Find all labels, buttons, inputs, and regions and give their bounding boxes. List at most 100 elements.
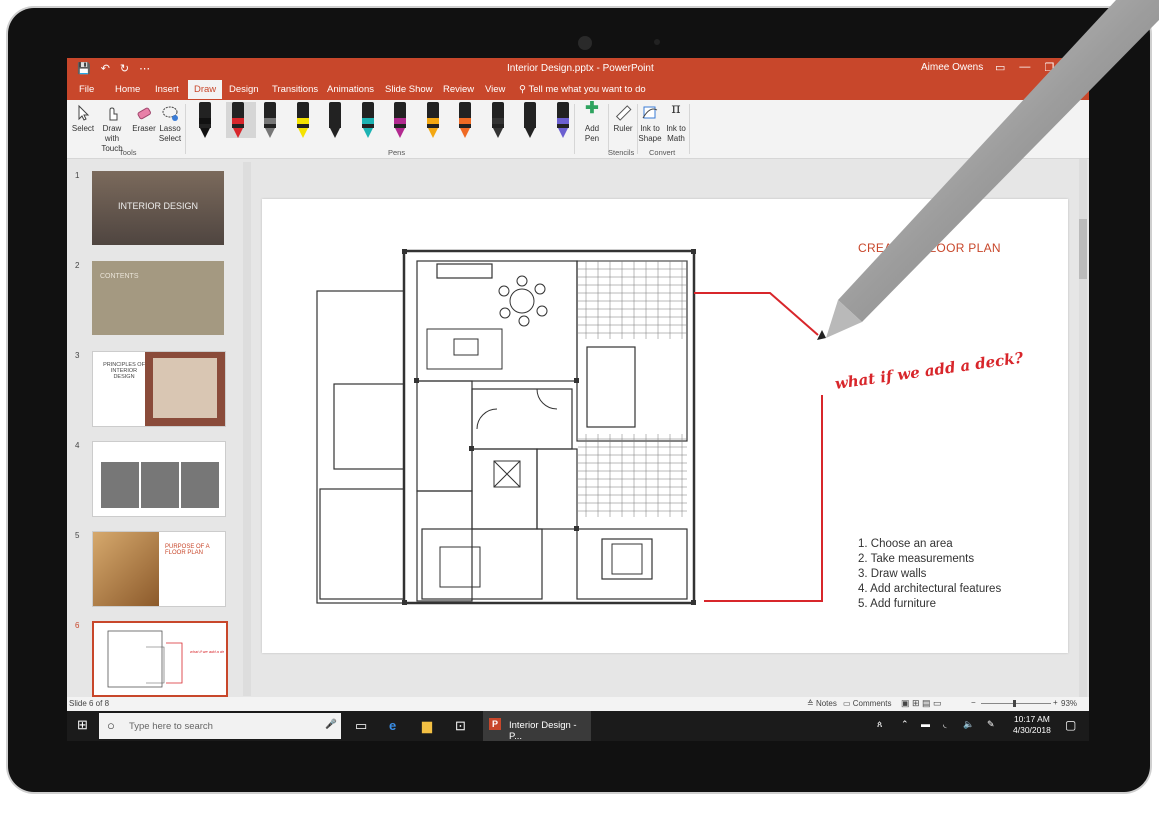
pen-7[interactable] xyxy=(394,102,406,138)
tab-draw[interactable]: Draw xyxy=(188,80,223,99)
save-icon[interactable]: 💾 xyxy=(77,62,91,75)
taskbar-app-powerpoint[interactable]: P Interior Design - P... xyxy=(483,711,591,741)
notifications-icon[interactable]: ▢ xyxy=(1065,718,1076,732)
list-item: 3. Draw walls xyxy=(858,568,927,580)
pen-1[interactable] xyxy=(199,102,211,138)
pen-4[interactable] xyxy=(296,102,309,138)
draw-with-touch-button[interactable]: Draw with Touch xyxy=(95,104,129,154)
pen-3[interactable] xyxy=(264,102,276,138)
tab-file[interactable]: File xyxy=(79,84,94,95)
minimize-icon[interactable]: — xyxy=(1019,61,1030,74)
lasso-select-button[interactable]: Lasso Select xyxy=(157,104,183,144)
thumbnail-slide-1[interactable]: INTERIOR DESIGN xyxy=(92,171,224,245)
add-pen-label: Add Pen xyxy=(584,124,600,143)
pen-8[interactable] xyxy=(426,102,439,138)
group-divider xyxy=(689,104,690,154)
eraser-label: Eraser xyxy=(132,124,156,133)
tell-me-search[interactable]: ⚲ Tell me what you want to do xyxy=(519,84,646,95)
restore-icon[interactable]: ❐ xyxy=(1044,61,1054,74)
pen-6[interactable] xyxy=(361,102,374,138)
thumbnail-number: 6 xyxy=(75,621,80,630)
current-slide[interactable]: CREATE A FLOOR PLAN what if we add a dec… xyxy=(262,199,1068,653)
convert-group-label: Convert xyxy=(649,148,676,157)
taskbar-app-label: Interior Design - P... xyxy=(509,720,577,741)
task-view-icon[interactable]: ▭ xyxy=(355,718,367,734)
notes-label: Notes xyxy=(815,699,837,708)
tab-review[interactable]: Review xyxy=(443,84,474,95)
tab-animations[interactable]: Animations xyxy=(327,84,374,95)
thumbnail-slide-3[interactable]: PRINCIPLES OF INTERIOR DESIGN xyxy=(92,351,226,427)
comments-button[interactable]: ▭ Comments xyxy=(843,699,891,708)
user-name[interactable]: Aimee Owens xyxy=(921,62,983,73)
chevron-up-icon[interactable]: ⌃ xyxy=(901,719,909,730)
zoom-level[interactable]: 93% xyxy=(1061,699,1077,708)
customize-qat-icon[interactable]: ⋯ xyxy=(139,62,150,75)
tab-insert[interactable]: Insert xyxy=(155,84,179,95)
tab-view[interactable]: View xyxy=(485,84,505,95)
store-icon[interactable]: ⊡ xyxy=(455,718,466,734)
pen-10[interactable] xyxy=(491,102,504,138)
pi-icon: π xyxy=(671,101,681,117)
thumbnails-scrollbar[interactable] xyxy=(243,162,251,696)
add-pen-button[interactable]: ✚ Add Pen xyxy=(579,100,605,144)
thumbnail-slide-6[interactable]: what if we add a deck? xyxy=(92,621,231,697)
thumbnail-slide-4[interactable] xyxy=(92,441,226,517)
thumbnail-slide-2[interactable]: CONTENTS xyxy=(92,261,224,335)
view-buttons[interactable]: ▣ ⊞ ▤ ▭ xyxy=(901,698,942,709)
title-bar: 💾 ↶ ↻ ⋯ Interior Design.pptx - PowerPoin… xyxy=(67,58,1089,80)
select-button[interactable]: Select xyxy=(69,104,97,134)
taskbar-search-box[interactable]: ○ Type here to search 🎤 xyxy=(99,713,341,739)
tab-slide-show[interactable]: Slide Show xyxy=(385,84,433,95)
notes-button[interactable]: ≙ Notes xyxy=(807,699,837,708)
svg-text:what if we add a deck?: what if we add a deck? xyxy=(190,649,224,654)
slide-canvas: CREATE A FLOOR PLAN what if we add a dec… xyxy=(252,159,1089,697)
thumbnail-title: PURPOSE OF A FLOOR PLAN xyxy=(165,544,210,556)
undo-icon[interactable]: ↶ xyxy=(101,62,110,75)
window-title: Interior Design.pptx - PowerPoint xyxy=(507,63,654,74)
zoom-in-icon[interactable]: + xyxy=(1053,698,1058,707)
battery-icon[interactable]: ▬ xyxy=(921,719,930,729)
zoom-slider[interactable] xyxy=(981,700,1051,707)
thumbnail-slide-5[interactable]: PURPOSE OF A FLOOR PLAN xyxy=(92,531,226,607)
pen-12[interactable] xyxy=(556,102,569,138)
tab-transitions[interactable]: Transitions xyxy=(272,84,318,95)
file-explorer-icon[interactable]: ▆ xyxy=(422,718,432,734)
pens-gallery xyxy=(187,100,587,146)
windows-start-icon[interactable]: ⊞ xyxy=(77,717,88,733)
pen-11[interactable] xyxy=(524,102,536,138)
group-divider xyxy=(608,104,609,154)
wifi-icon[interactable]: ◟ xyxy=(943,719,947,730)
people-icon[interactable]: ጰ xyxy=(877,719,882,730)
window-controls: ▭ — ❐ xyxy=(995,61,1054,74)
pen-9[interactable] xyxy=(459,102,471,138)
redo-icon[interactable]: ↻ xyxy=(120,62,129,75)
cursor-icon xyxy=(78,104,90,121)
zoom-slider-thumb[interactable] xyxy=(1013,700,1016,707)
canvas-scrollbar[interactable] xyxy=(1079,159,1087,697)
microphone-icon[interactable]: 🎤 xyxy=(325,719,337,730)
pen-2[interactable] xyxy=(225,102,256,138)
ink-to-shape-button[interactable]: Ink to Shape xyxy=(637,104,663,144)
zoom-out-icon[interactable]: − xyxy=(971,698,976,707)
volume-icon[interactable]: 🔈 xyxy=(963,719,974,730)
ruler-label: Ruler xyxy=(613,124,633,133)
quick-access-toolbar: 💾 ↶ ↻ ⋯ xyxy=(77,62,150,75)
pen-5[interactable] xyxy=(329,102,341,138)
scrollbar-thumb[interactable] xyxy=(1079,219,1087,279)
list-item: 1. Choose an area xyxy=(858,538,953,550)
screen: 💾 ↶ ↻ ⋯ Interior Design.pptx - PowerPoin… xyxy=(67,58,1089,741)
notes-icon: ≙ xyxy=(807,699,816,708)
tab-home[interactable]: Home xyxy=(115,84,140,95)
plus-icon: ✚ xyxy=(585,100,599,117)
edge-icon[interactable]: e xyxy=(389,718,396,733)
eraser-button[interactable]: Eraser xyxy=(131,104,157,134)
comment-icon: ▭ xyxy=(843,699,853,708)
ribbon-display-icon[interactable]: ▭ xyxy=(995,61,1005,74)
pen-icon[interactable]: ✎ xyxy=(987,719,995,730)
tab-design[interactable]: Design xyxy=(229,84,259,95)
group-divider xyxy=(574,104,575,154)
clock[interactable]: 10:17 AM 4/30/2018 xyxy=(1013,714,1051,736)
ruler-button[interactable]: Ruler xyxy=(610,104,636,134)
steps-list[interactable]: 1. Choose an area 2. Take measurements 3… xyxy=(858,537,1001,612)
ink-to-math-button[interactable]: π Ink to Math xyxy=(663,101,689,144)
